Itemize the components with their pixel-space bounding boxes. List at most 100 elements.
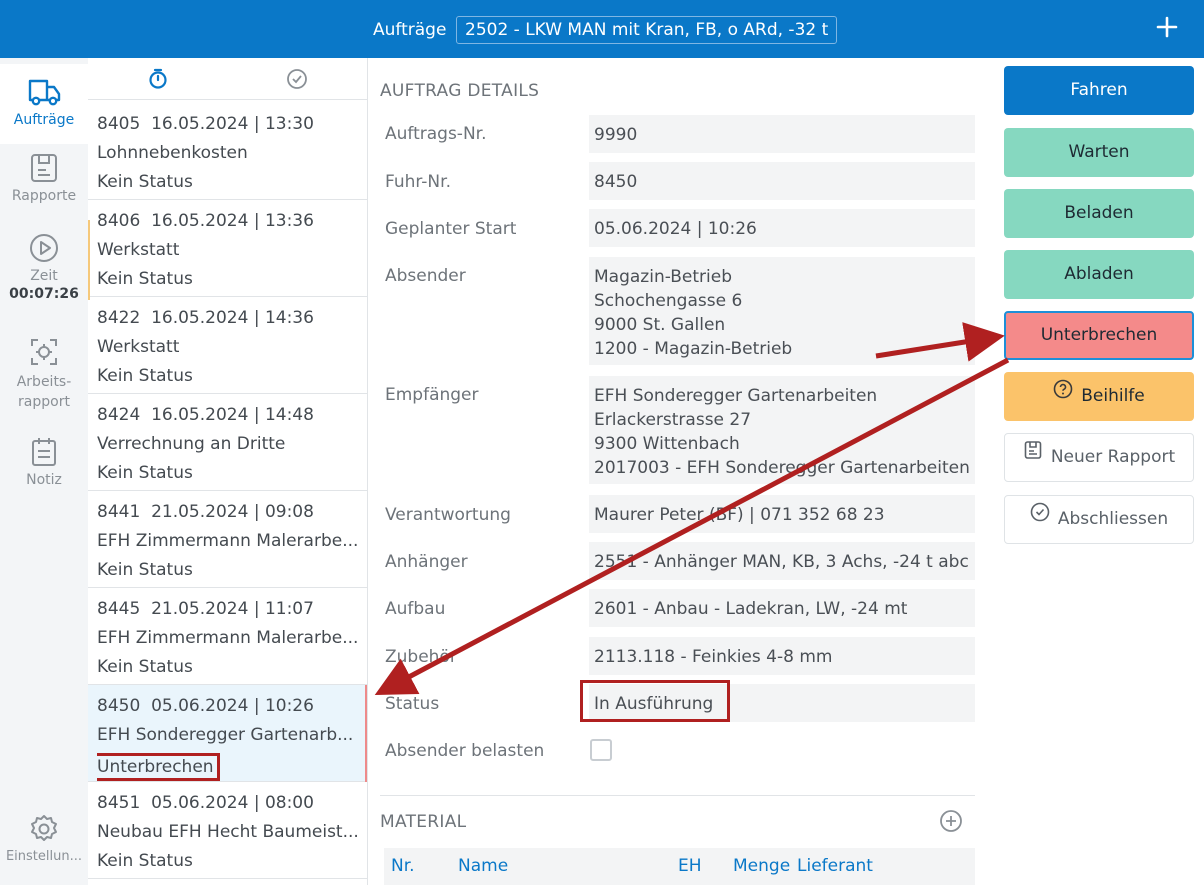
detail-label-aufbau: Aufbau: [385, 599, 446, 619]
col-header-eh: EH: [678, 856, 702, 876]
truck-icon: [28, 79, 61, 106]
order-name: Lohnnebenkosten: [97, 143, 248, 163]
sidebar-item-label: Aufträge: [13, 112, 75, 128]
unterbrechen-button[interactable]: Unterbrechen: [1004, 311, 1194, 360]
sidebar-item-einstellungen[interactable]: Einstellun...: [0, 813, 88, 877]
sidebar-nav: Aufträge Rapporte Zeit 00:07:26 Arbeits-…: [0, 58, 88, 885]
note-icon: [32, 438, 56, 466]
order-list-header: [88, 58, 367, 100]
order-name: Werkstatt: [97, 337, 180, 357]
warten-button[interactable]: Warten: [1004, 128, 1194, 177]
sidebar-item-label: Rapporte: [11, 188, 77, 204]
list-item[interactable]: 8405 16.05.2024 | 13:30 Lohnnebenkosten …: [88, 103, 367, 200]
list-item[interactable]: 8422 16.05.2024 | 14:36 Werkstatt Kein S…: [88, 297, 367, 394]
add-material-icon[interactable]: [939, 809, 963, 837]
detail-value-fuhr-nr: 8450: [589, 162, 975, 200]
list-item[interactable]: 8445 21.05.2024 | 11:07 EFH Zimmermann M…: [88, 588, 367, 685]
order-name: Neubau EFH Hecht Baumeist...: [97, 822, 359, 842]
detail-label-anhaenger: Anhänger: [385, 552, 468, 572]
beihilfe-button[interactable]: Beihilfe: [1004, 372, 1194, 421]
neuer-rapport-button[interactable]: Neuer Rapport: [1004, 433, 1194, 482]
detail-value-absender: Magazin-Betrieb Schochengasse 6 9000 St.…: [589, 257, 975, 365]
details-section-title: AUFTRAG DETAILS: [380, 81, 540, 101]
beladen-button[interactable]: Beladen: [1004, 189, 1194, 238]
absender-belasten-checkbox[interactable]: [590, 739, 612, 761]
detail-label-empfaenger: Empfänger: [385, 385, 479, 405]
plus-icon[interactable]: [1154, 12, 1180, 46]
detail-label-fuhr-nr: Fuhr-Nr.: [385, 172, 451, 192]
status-highlight-box: [580, 680, 730, 722]
order-id: 8424: [97, 405, 141, 425]
order-name: EFH Sonderegger Gartenarb...: [97, 725, 354, 745]
order-status: Kein Status: [97, 657, 193, 677]
col-header-menge: Menge: [733, 856, 791, 876]
neuer-rapport-label: Neuer Rapport: [1050, 447, 1176, 467]
material-section-title: MATERIAL: [380, 812, 467, 832]
order-id: 8405: [97, 114, 141, 134]
order-datetime: 21.05.2024 | 11:07: [151, 599, 314, 619]
detail-value-geplanter-start: 05.06.2024 | 10:26: [589, 209, 975, 247]
list-item-selected[interactable]: 8450 05.06.2024 | 10:26 EFH Sonderegger …: [88, 685, 367, 782]
sidebar-item-arbeitsrapport[interactable]: Arbeits- rapport: [0, 336, 88, 421]
order-datetime: 21.05.2024 | 09:08: [151, 502, 314, 522]
check-circle-icon[interactable]: [286, 68, 308, 94]
detail-value-auftrags-nr: 9990: [589, 115, 975, 153]
order-name: Werkstatt: [97, 240, 180, 260]
material-table-header: Nr. Name EH Menge Lieferant: [384, 848, 975, 885]
abschliessen-label: Abschliessen: [1057, 509, 1169, 529]
order-list: 8405 16.05.2024 | 13:30 Lohnnebenkosten …: [88, 58, 368, 885]
order-name: EFH Zimmermann Malerarbe...: [97, 531, 359, 551]
order-id: 8450: [97, 696, 141, 716]
vehicle-selector[interactable]: 2502 - LKW MAN mit Kran, FB, o ARd, -32 …: [456, 16, 838, 44]
list-item[interactable]: 8406 16.05.2024 | 13:36 Werkstatt Kein S…: [88, 200, 367, 300]
page-title: Aufträge: [373, 20, 447, 40]
sidebar-item-label: Einstellun...: [5, 849, 83, 864]
detail-value-aufbau: 2601 - Anbau - Ladekran, LW, -24 mt: [589, 589, 975, 627]
order-id: 8441: [97, 502, 141, 522]
sidebar-item-label: Arbeits- rapport: [16, 374, 72, 410]
detail-label-absender: Absender: [385, 266, 466, 286]
list-item[interactable]: 8424 16.05.2024 | 14:48 Verrechnung an D…: [88, 394, 367, 491]
abladen-button[interactable]: Abladen: [1004, 250, 1194, 299]
sidebar-item-notiz[interactable]: Notiz: [0, 436, 88, 498]
sidebar-item-zeit[interactable]: Zeit 00:07:26: [0, 232, 88, 322]
order-status: Kein Status: [97, 851, 193, 871]
absender-belasten-label: Absender belasten: [385, 741, 545, 761]
order-status: Kein Status: [97, 172, 193, 192]
order-marker: [88, 220, 90, 300]
check-circle-icon: [1030, 494, 1050, 541]
report-icon: [1023, 432, 1043, 479]
order-name: Verrechnung an Dritte: [97, 434, 286, 454]
stopwatch-icon[interactable]: [147, 68, 169, 94]
order-datetime: 05.06.2024 | 10:26: [151, 696, 314, 716]
detail-label-geplanter-start: Geplanter Start: [385, 219, 517, 239]
col-header-name: Name: [458, 856, 509, 876]
order-details: AUFTRAG DETAILS Auftrags-Nr. 9990 Fuhr-N…: [368, 58, 994, 885]
order-name: EFH Zimmermann Malerarbe...: [97, 628, 359, 648]
detail-label-auftrags-nr: Auftrags-Nr.: [385, 124, 487, 144]
settings-icon: [31, 815, 57, 841]
detail-value-verantwortung: Maurer Peter (BF) | 071 352 68 23: [589, 495, 975, 533]
abschliessen-button[interactable]: Abschliessen: [1004, 495, 1194, 544]
order-id: 8406: [97, 211, 141, 231]
detail-value-anhaenger: 2551 - Anhänger MAN, KB, 3 Achs, -24 t a…: [589, 542, 975, 580]
top-bar: Aufträge 2502 - LKW MAN mit Kran, FB, o …: [0, 0, 1204, 58]
play-icon: [30, 234, 58, 262]
detail-value-zubehoer: 2113.118 - Feinkies 4-8 mm: [589, 637, 975, 675]
sidebar-item-rapporte[interactable]: Rapporte: [0, 152, 88, 222]
order-datetime: 16.05.2024 | 13:30: [151, 114, 314, 134]
order-id: 8445: [97, 599, 141, 619]
time-counter: 00:07:26: [9, 286, 79, 302]
list-item[interactable]: 8441 21.05.2024 | 09:08 EFH Zimmermann M…: [88, 491, 367, 588]
report-icon: [31, 154, 57, 182]
col-header-lieferant: Lieferant: [797, 856, 873, 876]
list-item[interactable]: 8451 05.06.2024 | 08:00 Neubau EFH Hecht…: [88, 782, 367, 879]
order-datetime: 16.05.2024 | 14:36: [151, 308, 314, 328]
fahren-button[interactable]: Fahren: [1004, 66, 1194, 115]
sidebar-item-label: Notiz: [26, 472, 62, 488]
detail-label-status: Status: [385, 694, 440, 714]
work-report-icon: [31, 339, 57, 365]
sidebar-item-auftraege[interactable]: Aufträge: [0, 64, 88, 144]
col-header-nr: Nr.: [391, 856, 415, 876]
help-icon: [1053, 370, 1073, 419]
